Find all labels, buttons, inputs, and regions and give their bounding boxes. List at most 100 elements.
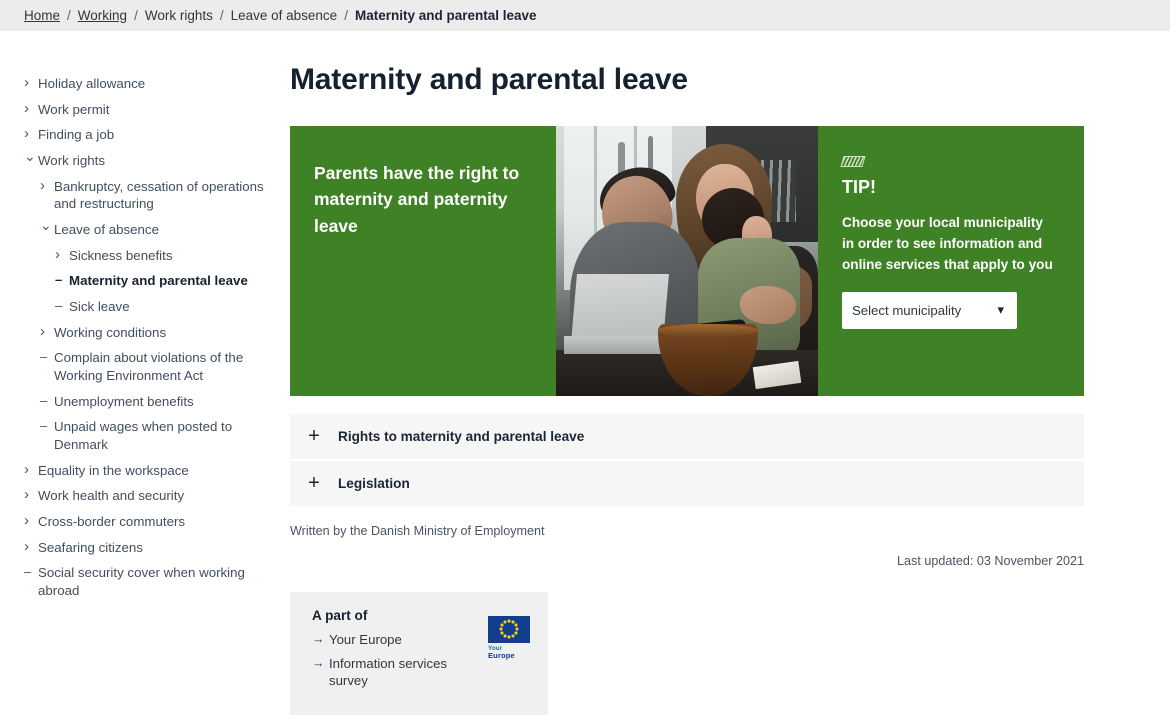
chevron-down-icon: [40, 221, 54, 238]
sidebar-item-label: Social security cover when working abroa…: [38, 565, 245, 599]
main-content: Maternity and parental leave Parents hav…: [290, 31, 1084, 715]
sidebar-item-label: Equality in the workspace: [38, 462, 189, 478]
sidebar-item-finding-a-job[interactable]: Finding a job: [0, 122, 272, 148]
sidebar-item-leave-of-absence[interactable]: Leave of absence: [0, 217, 272, 243]
eu-star-icon: [500, 623, 504, 627]
written-by-text: Written by the Danish Ministry of Employ…: [290, 523, 545, 538]
breadcrumb-item-0[interactable]: Home: [24, 8, 60, 23]
breadcrumb-separator: /: [134, 8, 138, 23]
eu-star-icon: [511, 620, 515, 624]
accordion-row[interactable]: + Legislation: [290, 460, 1084, 508]
sidebar-item-complain-about-violations-of-the-working-environment-act[interactable]: Complain about violations of the Working…: [0, 345, 272, 388]
sidebar-navigation: Holiday allowance Work permit Finding a jo…: [0, 31, 272, 604]
arrow-right-icon: →: [312, 631, 325, 646]
breadcrumb-item-3[interactable]: Leave of absence: [231, 8, 338, 23]
accordion-label: Rights to maternity and parental leave: [338, 428, 585, 444]
eu-star-icon: [499, 627, 503, 631]
a-part-of-box: A part of → Your Europe → Information servi…: [290, 591, 548, 715]
dash-icon: [40, 393, 54, 410]
breadcrumb-separator: /: [67, 8, 71, 23]
sidebar-item-label: Cross-border commuters: [38, 514, 186, 530]
banner-headline-panel: Parents have the right to maternity and …: [290, 126, 556, 396]
banner-photo: [556, 125, 818, 396]
your-europe-logo: Your Europe: [488, 615, 530, 661]
tip-title: TIP!: [842, 176, 876, 197]
eu-star-icon: [507, 635, 511, 639]
eu-star-icon: [503, 634, 507, 638]
breadcrumb-item-2[interactable]: Work rights: [145, 8, 213, 23]
sidebar-item-work-permit[interactable]: Work permit: [0, 97, 272, 123]
last-updated-text: Last updated: 03 November 2021: [897, 553, 1084, 568]
sidebar-item-label: Sick leave: [69, 299, 130, 315]
accordion-list: + Rights to maternity and parental leave +…: [290, 413, 1084, 508]
sidebar-item-equality-in-the-workspace[interactable]: Equality in the workspace: [0, 458, 272, 484]
sidebar-item-work-rights[interactable]: Work rights: [0, 148, 272, 174]
eu-star-icon: [514, 623, 518, 627]
chevron-right-icon: [24, 539, 38, 556]
sidebar-item-maternity-and-parental-leave[interactable]: Maternity and parental leave: [0, 268, 272, 294]
sidebar-item-label: Unpaid wages when posted to Denmark: [54, 419, 233, 453]
breadcrumb-item-4: Maternity and parental leave: [354, 8, 537, 23]
dash-icon: [40, 418, 54, 435]
breadcrumb-separator: /: [219, 8, 224, 23]
dash-icon: [55, 272, 69, 289]
a-part-of-link-label: Your Europe: [329, 631, 402, 647]
chevron-down-icon: [24, 152, 38, 169]
sidebar-item-cross-border-commuters[interactable]: Cross-border commuters: [0, 509, 272, 535]
a-part-of-link[interactable]: → Your Europe: [312, 631, 477, 648]
a-part-of-link[interactable]: → Information services survey: [312, 655, 477, 690]
sidebar-item-label: Work rights: [38, 153, 105, 169]
chevron-right-icon: [24, 487, 38, 504]
eu-star-icon: [500, 631, 504, 635]
sidebar-item-bankruptcy-cessation-of-operations-and-restructuring[interactable]: Bankruptcy, cessation of operations and …: [0, 174, 272, 217]
your-europe-word-line2: Europe: [488, 650, 515, 660]
sidebar-item-label: Sickness benefits: [69, 247, 173, 263]
banner-headline: Parents have the right to maternity and …: [314, 162, 520, 236]
breadcrumb-separator: /: [344, 8, 348, 23]
breadcrumb: Home / Working / Work rights / Leave of absenc…: [24, 0, 537, 31]
sidebar-item-label: Finding a job: [38, 127, 115, 143]
sidebar-item-social-security-cover-when-working-abroad[interactable]: Social security cover when working abroa…: [0, 560, 272, 603]
accordion-label: Legislation: [338, 475, 410, 491]
eu-flag-icon: [488, 615, 530, 643]
sidebar-item-label: Working conditions: [54, 324, 167, 340]
page-body: Holiday allowance Work permit Finding a jo…: [0, 31, 1170, 715]
sidebar-item-seafaring-citizens[interactable]: Seafaring citizens: [0, 535, 272, 561]
chevron-right-icon: [24, 101, 38, 118]
chevron-right-icon: [24, 513, 38, 530]
eu-star-icon: [507, 619, 511, 623]
chevron-right-icon: [40, 324, 54, 341]
plus-icon: +: [308, 472, 320, 494]
accordion-row[interactable]: + Rights to maternity and parental leave: [290, 413, 1084, 461]
eu-star-icon: [503, 620, 507, 624]
tip-text: Choose your local municipality in order …: [842, 214, 1053, 273]
sidebar-item-label: Work permit: [38, 101, 110, 117]
sidebar-item-label: Unemployment benefits: [54, 393, 194, 409]
municipality-select-wrapper: Select municipality ▾: [842, 292, 1017, 330]
sidebar-item-label: Complain about violations of the Working…: [54, 350, 244, 384]
breadcrumb-item-1[interactable]: Working: [78, 8, 127, 23]
eu-star-icon: [514, 631, 518, 635]
sidebar-item-working-conditions[interactable]: Working conditions: [0, 320, 272, 346]
municipality-select[interactable]: Select municipality: [842, 292, 1017, 330]
a-part-of-link-label: Information services survey: [329, 655, 447, 689]
sidebar-item-sickness-benefits[interactable]: Sickness benefits: [0, 243, 272, 269]
chevron-right-icon: [24, 462, 38, 479]
sidebar-item-unpaid-wages-when-posted-to-denmark[interactable]: Unpaid wages when posted to Denmark: [0, 414, 272, 457]
arrow-right-icon: →: [312, 655, 325, 670]
sidebar-item-work-health-and-security[interactable]: Work health and security: [0, 483, 272, 509]
dash-icon: [55, 298, 69, 315]
dash-icon: [40, 349, 54, 366]
tip-panel: TIP! Choose your local municipality in o…: [818, 125, 1084, 396]
plus-icon: +: [308, 425, 320, 447]
breadcrumb-bar: Home / Working / Work rights / Leave of absenc…: [0, 0, 1170, 31]
chevron-right-icon: [55, 247, 69, 264]
eu-star-icon: [511, 634, 515, 638]
chevron-right-icon: [40, 178, 54, 195]
sidebar-item-sick-leave[interactable]: Sick leave: [0, 294, 272, 320]
sidebar-item-holiday-allowance[interactable]: Holiday allowance: [0, 71, 272, 97]
sidebar-item-unemployment-benefits[interactable]: Unemployment benefits: [0, 389, 272, 415]
sidebar-item-label: Bankruptcy, cessation of operations and …: [54, 178, 264, 212]
page-title: Maternity and parental leave: [290, 63, 688, 96]
sidebar-item-label: Leave of absence: [54, 222, 159, 238]
